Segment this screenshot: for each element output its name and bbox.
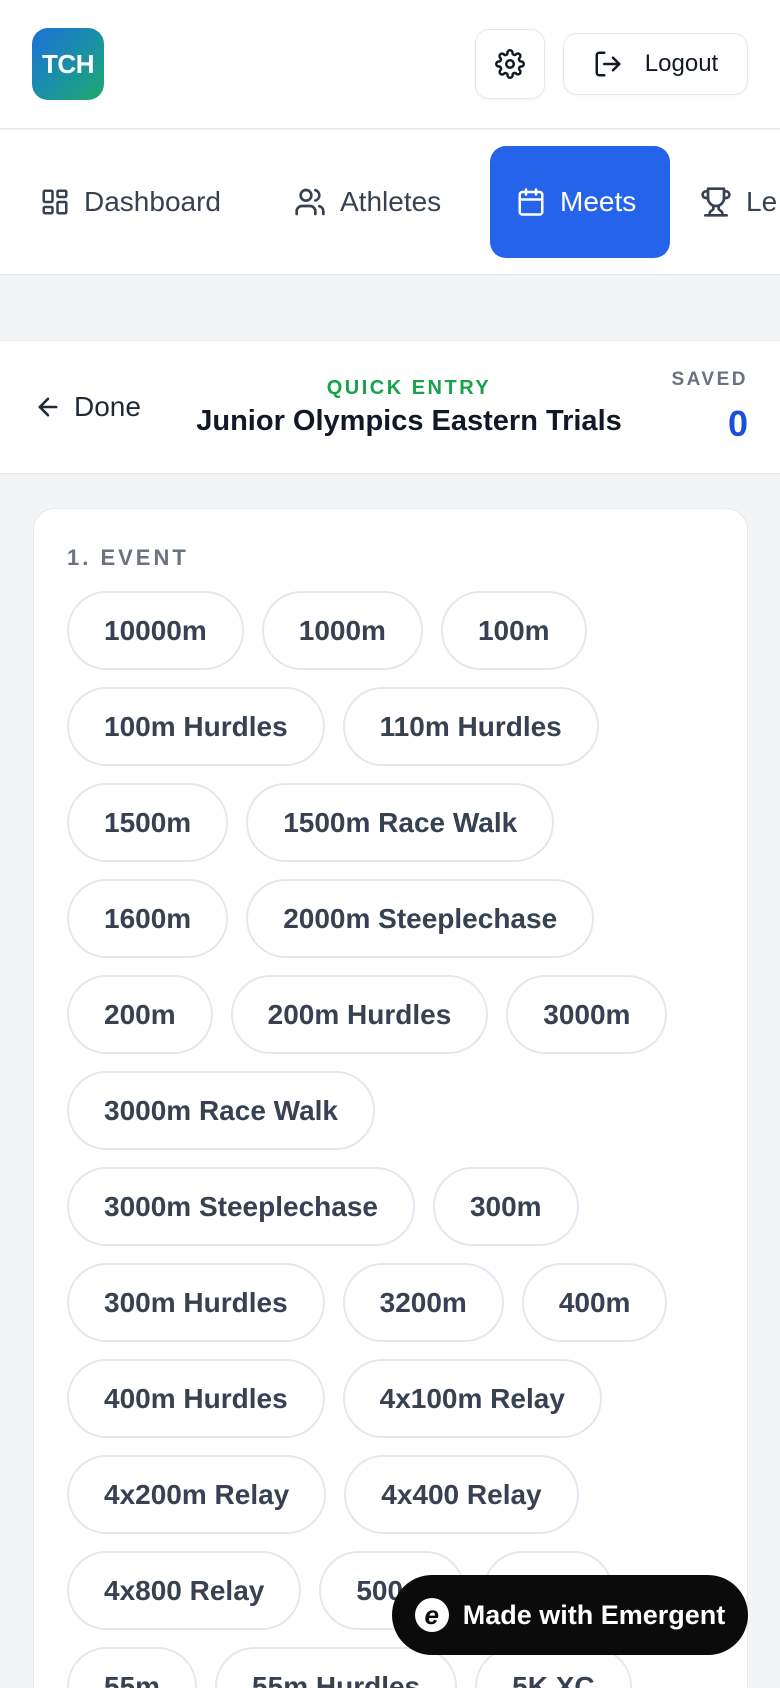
event-chip[interactable]: 1000m [261,591,423,670]
event-card: 1. EVENT 10000m 1000m 100m 100m Hurdles 110m… [33,508,748,1688]
badge-label: Made with Emergent [462,1599,726,1630]
nav-item-label: Le [746,186,778,217]
saved-count: 0 [727,403,748,444]
event-chip[interactable]: 4x400 Relay [344,1455,579,1534]
event-chip[interactable]: 300m [432,1167,579,1246]
top-bar: TCH Logout [0,0,780,129]
event-chip[interactable]: 100m Hurdles [67,687,325,766]
quick-entry-header: Done QUICK ENTRY Junior Olympics Eastern… [0,340,780,474]
nav-item-dashboard[interactable]: Dashboard [40,146,221,258]
event-chip[interactable]: 200m Hurdles [230,975,489,1054]
event-chip[interactable]: 4x100m Relay [342,1359,602,1438]
mode-label: QUICK ENTRY [326,377,492,399]
emergent-logo-icon: e [414,1598,449,1632]
event-chip[interactable]: 1500m [67,783,229,862]
calendar-icon [518,188,544,216]
made-with-emergent-badge[interactable]: e Made with Emergent [392,1575,748,1655]
nav-item-label: Dashboard [84,186,221,217]
event-chip[interactable]: 3200m [342,1263,504,1342]
app-logo[interactable]: TCH [32,28,104,100]
event-chip[interactable]: 4x800 Relay [67,1551,302,1630]
event-chip[interactable]: 4x200m Relay [67,1455,327,1534]
event-chip[interactable]: 300m Hurdles [67,1263,325,1342]
meet-title: Junior Olympics Eastern Trials [196,405,622,437]
saved-label: SAVED [671,369,748,390]
event-chip[interactable]: 100m [440,591,587,670]
event-chip[interactable]: 3000m [506,975,668,1054]
nav-item-label: Meets [560,186,637,217]
settings-button[interactable] [475,29,545,99]
event-chip-list: 10000m 1000m 100m 100m Hurdles 110m Hurdles 1… [67,591,717,1688]
event-chip[interactable]: 1600m [67,879,229,958]
section-label: 1. EVENT [67,545,189,570]
event-chip[interactable]: 55m [67,1647,198,1688]
nav-item-label: Athletes [340,186,442,217]
event-chip[interactable]: 3000m Race Walk [67,1071,375,1150]
users-icon [295,188,325,216]
event-chip[interactable]: 3000m Steeplechase [67,1167,415,1246]
nav-item-athletes[interactable]: Athletes [294,146,441,258]
event-chip[interactable]: 200m [67,975,213,1054]
nav-item-leaderboard[interactable]: Le [700,146,777,258]
event-chip[interactable]: 2000m Steeplechase [246,879,595,958]
logout-icon [595,51,621,77]
spacer [0,276,780,340]
event-chip[interactable]: 400m Hurdles [67,1359,325,1438]
logout-label: Logout [644,50,719,77]
event-chip[interactable]: 400m [521,1263,668,1342]
gear-icon [495,49,525,79]
main-nav: Dashboard Athletes Meets Le [0,130,780,275]
event-chip[interactable]: 10000m [67,591,244,670]
nav-item-meets[interactable]: Meets [490,146,670,258]
event-chip[interactable]: 110m Hurdles [342,687,599,766]
trophy-icon [701,187,731,217]
grid-icon [42,189,68,215]
logout-button[interactable]: Logout [563,33,748,95]
event-chip[interactable]: 1500m Race Walk [246,783,555,862]
